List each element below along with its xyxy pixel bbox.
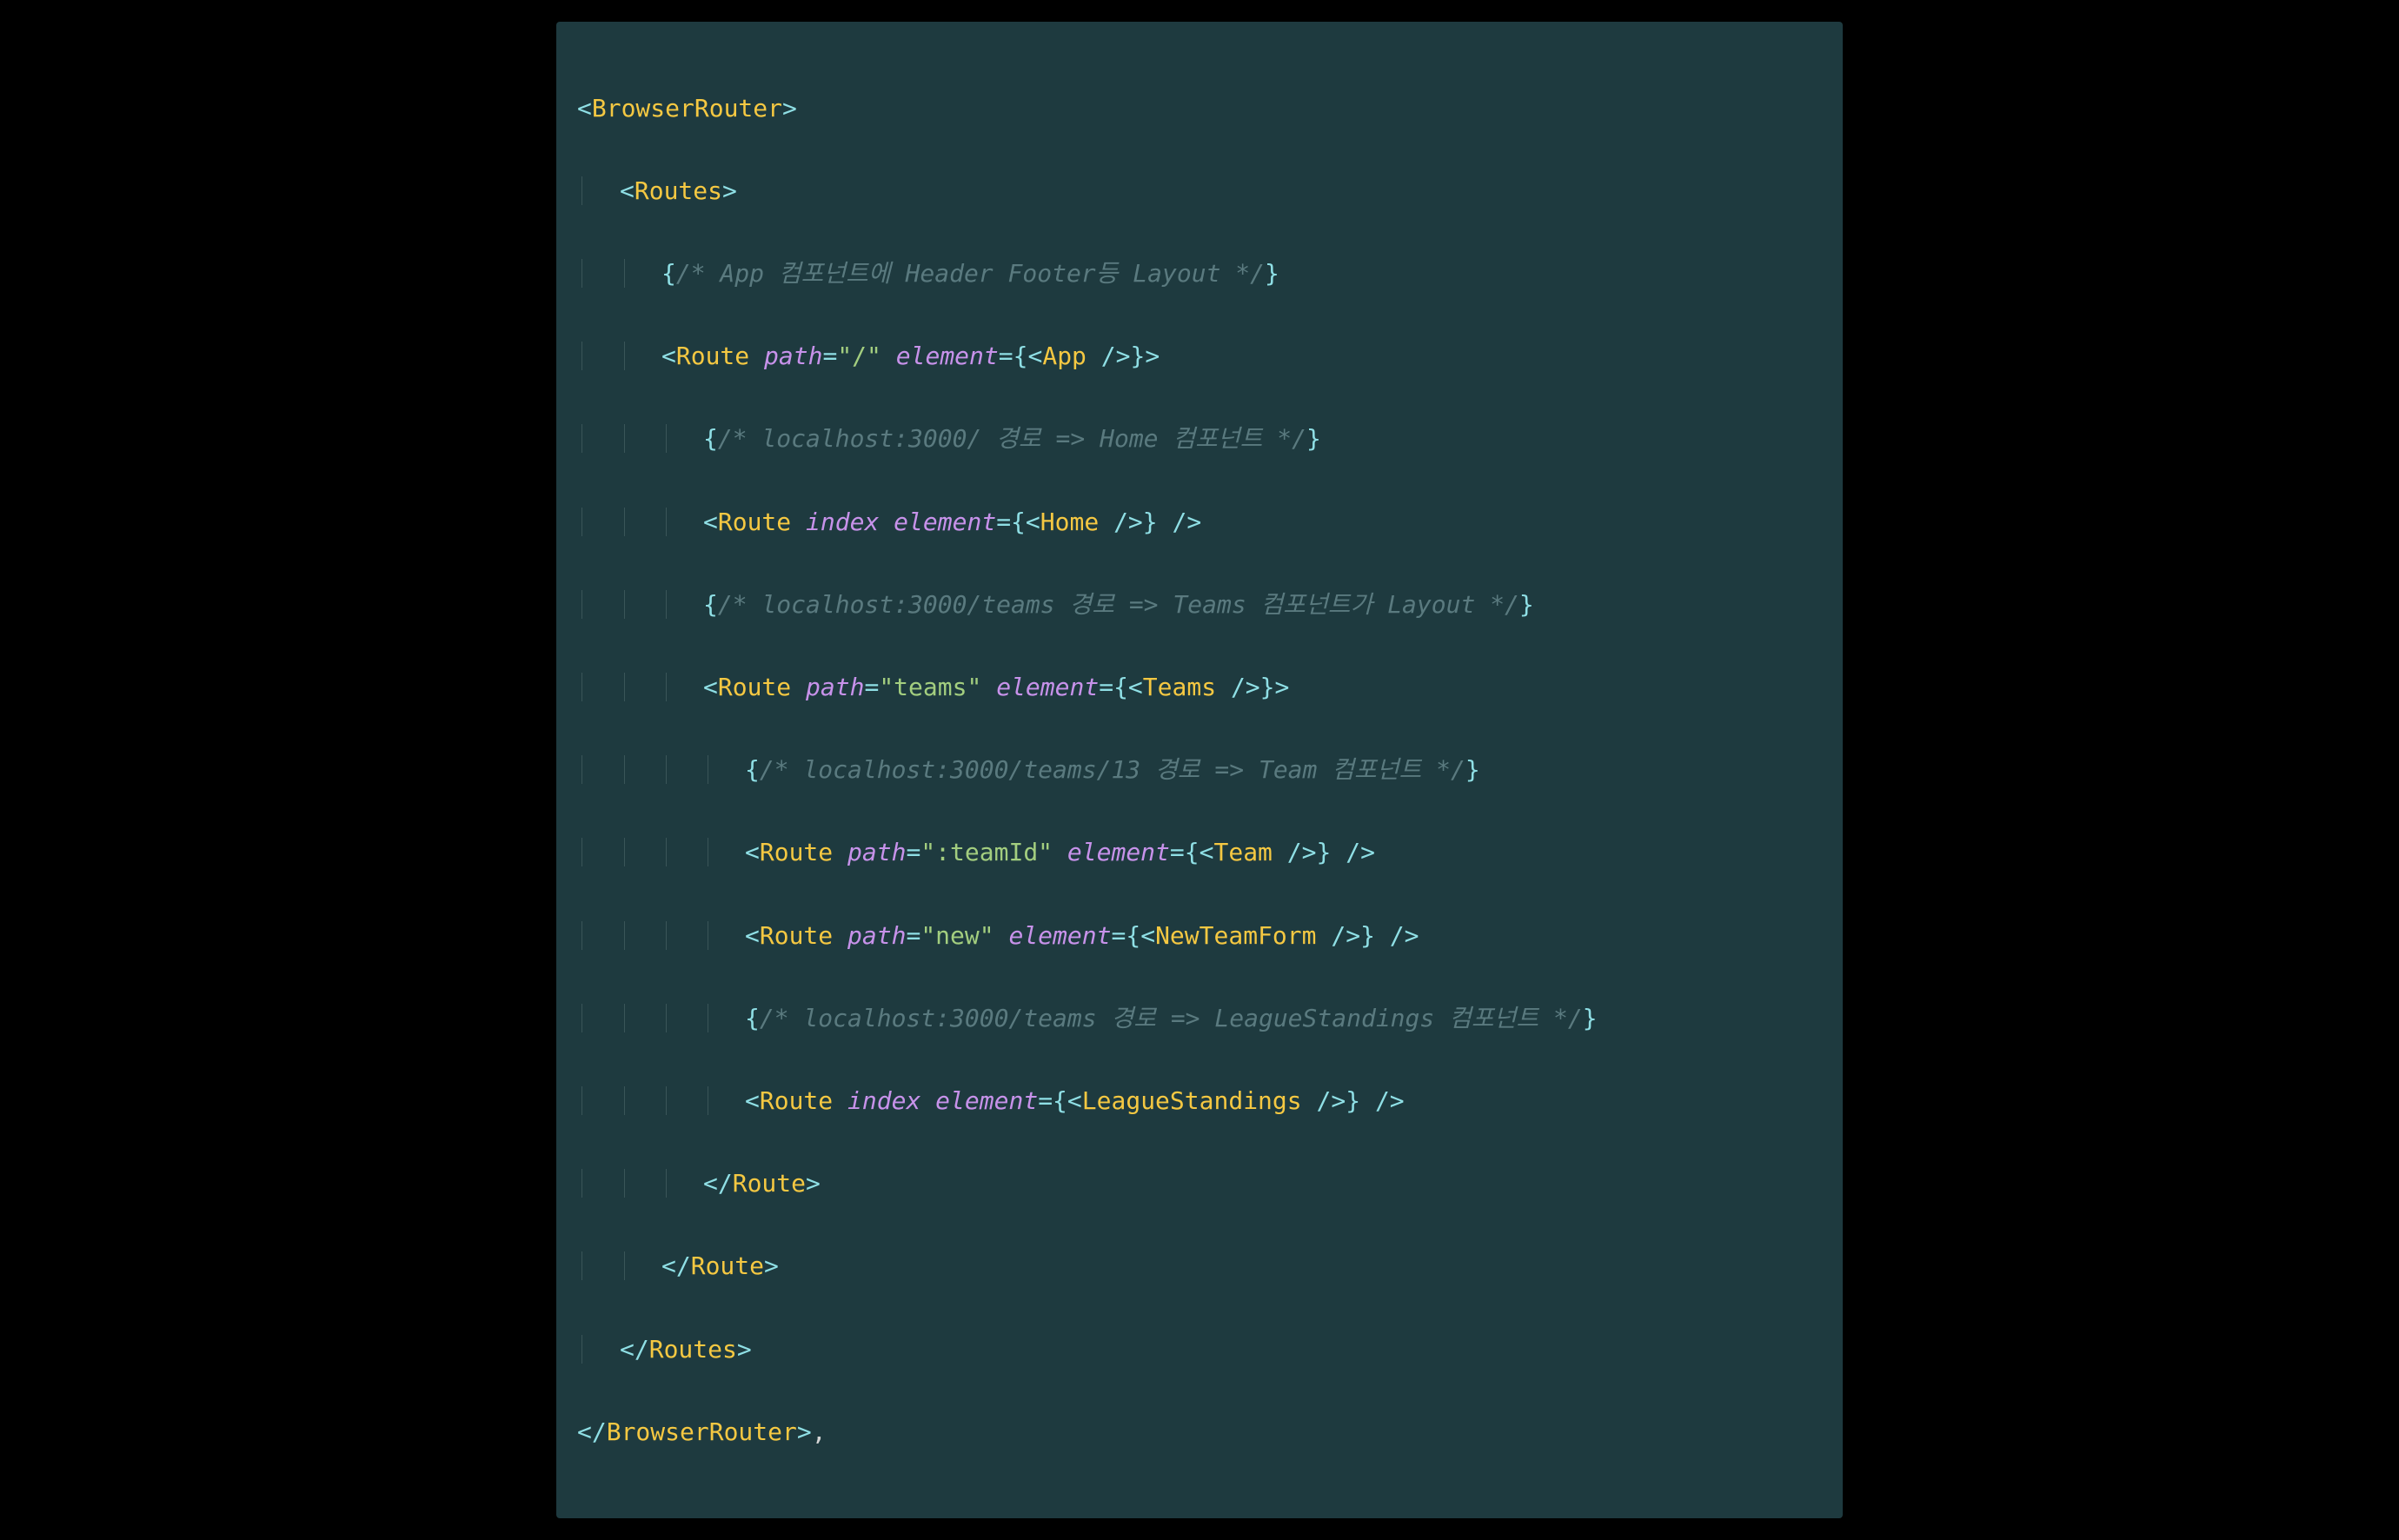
jsx-tag: LeagueStandings (1082, 1086, 1302, 1115)
jsx-attr: path (847, 838, 906, 866)
code-line: <Route index element={<LeagueStandings /… (577, 1080, 1815, 1122)
jsx-tag: Home (1040, 508, 1099, 536)
jsx-tag: Teams (1143, 673, 1216, 701)
code-line: {/* localhost:3000/teams/13 경로 => Team 컴… (577, 749, 1815, 791)
code-line: <Route index element={<Home />} /> (577, 501, 1815, 543)
jsx-comment: /* localhost:3000/teams/13 경로 => Team 컴포… (760, 755, 1465, 784)
code-line: <Route path="/" element={<App />}> (577, 335, 1815, 377)
jsx-string: "/" (837, 342, 881, 370)
jsx-attr: element (894, 508, 996, 536)
jsx-tag: Team (1213, 838, 1272, 866)
code-line: </Route> (577, 1163, 1815, 1205)
code-line: </Route> (577, 1245, 1815, 1287)
code-line: <Route path="teams" element={<Teams />}> (577, 667, 1815, 708)
code-editor: <BrowserRouter> <Routes> {/* App 컴포넌트에 H… (556, 22, 1843, 1518)
jsx-tag: Route (718, 508, 791, 536)
code-line: {/* localhost:3000/teams 경로 => LeagueSta… (577, 998, 1815, 1039)
jsx-string: "new" (920, 921, 993, 950)
code-line: </BrowserRouter>, (577, 1411, 1815, 1453)
jsx-tag: BrowserRouter (592, 94, 782, 123)
jsx-tag: Route (691, 1251, 764, 1280)
jsx-attr: element (1067, 838, 1170, 866)
jsx-attr: path (806, 673, 864, 701)
jsx-tag: Route (760, 838, 833, 866)
code-line: {/* localhost:3000/ 경로 => Home 컴포넌트 */} (577, 418, 1815, 460)
code-line: {/* localhost:3000/teams 경로 => Teams 컴포넌… (577, 584, 1815, 626)
jsx-string: "teams" (879, 673, 981, 701)
jsx-attr: element (896, 342, 999, 370)
jsx-comment: /* localhost:3000/teams 경로 => LeagueStan… (760, 1004, 1583, 1032)
code-line: {/* App 컴포넌트에 Header Footer등 Layout */} (577, 253, 1815, 295)
jsx-attr: path (847, 921, 906, 950)
jsx-tag: Routes (635, 176, 722, 205)
code-line: <Routes> (577, 170, 1815, 212)
punctuation: , (812, 1417, 827, 1446)
jsx-comment: /* App 컴포넌트에 Header Footer등 Layout */ (676, 259, 1265, 288)
jsx-attr: index (806, 508, 879, 536)
jsx-attr: index (847, 1086, 920, 1115)
jsx-tag: Route (760, 1086, 833, 1115)
jsx-attr: element (935, 1086, 1038, 1115)
jsx-tag: Route (733, 1169, 806, 1198)
jsx-tag: Route (760, 921, 833, 950)
jsx-attr: element (996, 673, 1099, 701)
jsx-tag: BrowserRouter (607, 1417, 797, 1446)
jsx-attr: element (1008, 921, 1111, 950)
jsx-attr: path (764, 342, 822, 370)
code-line: <BrowserRouter> (577, 88, 1815, 129)
code-line: </Routes> (577, 1329, 1815, 1371)
jsx-tag: Route (718, 673, 791, 701)
jsx-comment: /* localhost:3000/teams 경로 => Teams 컴포넌트… (718, 590, 1519, 619)
code-line: <Route path="new" element={<NewTeamForm … (577, 915, 1815, 957)
jsx-tag: Routes (649, 1335, 737, 1364)
code-line: <Route path=":teamId" element={<Team />}… (577, 832, 1815, 873)
jsx-tag: NewTeamForm (1155, 921, 1316, 950)
jsx-comment: /* localhost:3000/ 경로 => Home 컴포넌트 */ (718, 424, 1306, 453)
jsx-tag: App (1042, 342, 1087, 370)
jsx-string: ":teamId" (920, 838, 1053, 866)
jsx-tag: Route (676, 342, 749, 370)
